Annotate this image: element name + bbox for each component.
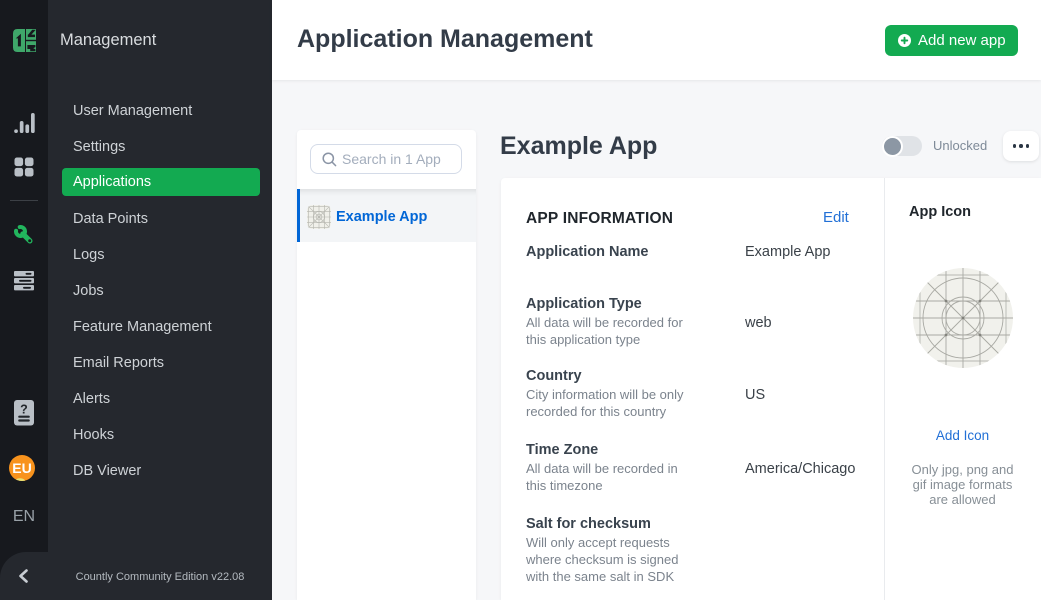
svg-text:?: ? (20, 403, 28, 417)
svg-text:EU: EU (12, 460, 31, 476)
